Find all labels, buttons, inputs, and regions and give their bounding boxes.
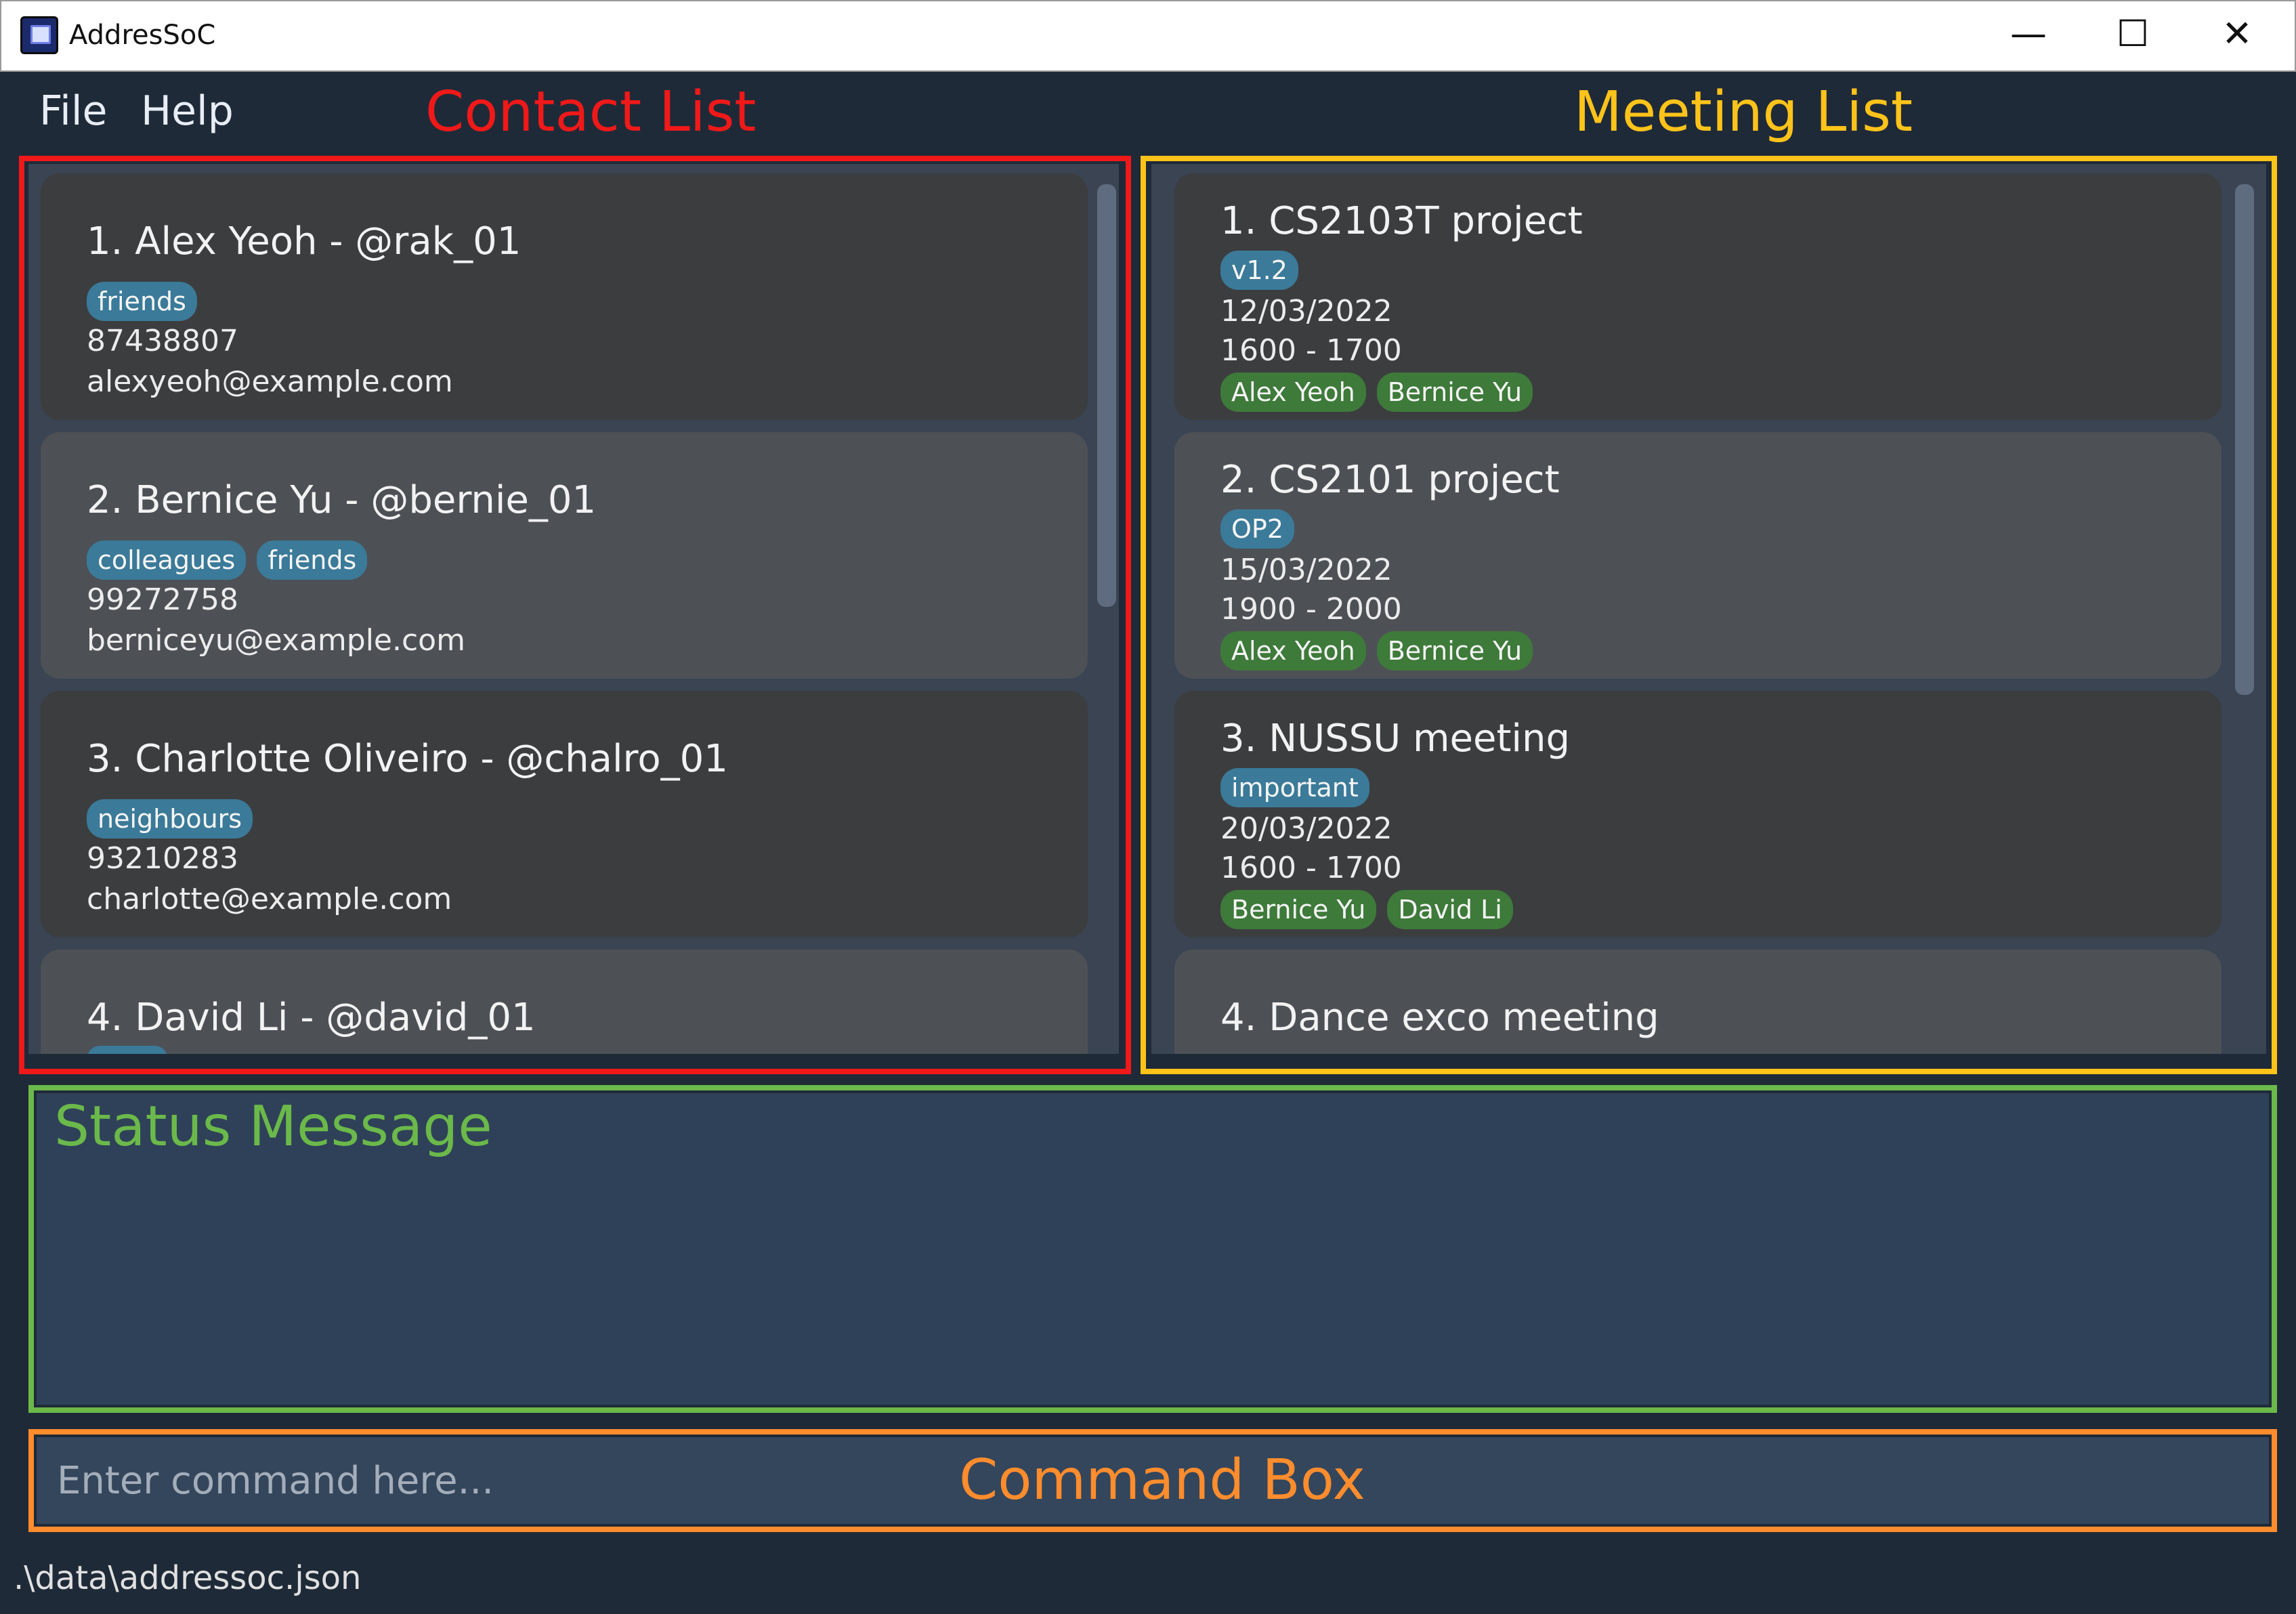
- menu-help[interactable]: Help: [141, 85, 234, 137]
- window-title: AddresSoC: [69, 20, 216, 51]
- title-bar: [0, 0, 2296, 72]
- contact-list-label: Contact List: [425, 80, 757, 144]
- status-message-label: Status Message: [54, 1095, 492, 1159]
- command-box-label: Command Box: [959, 1448, 1365, 1512]
- meeting-list-annotation-box: [1141, 156, 2277, 1074]
- app-logo-icon: [20, 16, 58, 54]
- meeting-list-label: Meeting List: [1574, 80, 1913, 144]
- data-file-path: .\data\addressoc.json: [14, 1559, 362, 1597]
- contact-list-annotation-box: [19, 156, 1131, 1074]
- minimize-button[interactable]: —: [1976, 0, 2081, 68]
- close-button[interactable]: ✕: [2185, 0, 2289, 68]
- menu-file[interactable]: File: [39, 85, 107, 137]
- maximize-button[interactable]: ☐: [2081, 0, 2185, 68]
